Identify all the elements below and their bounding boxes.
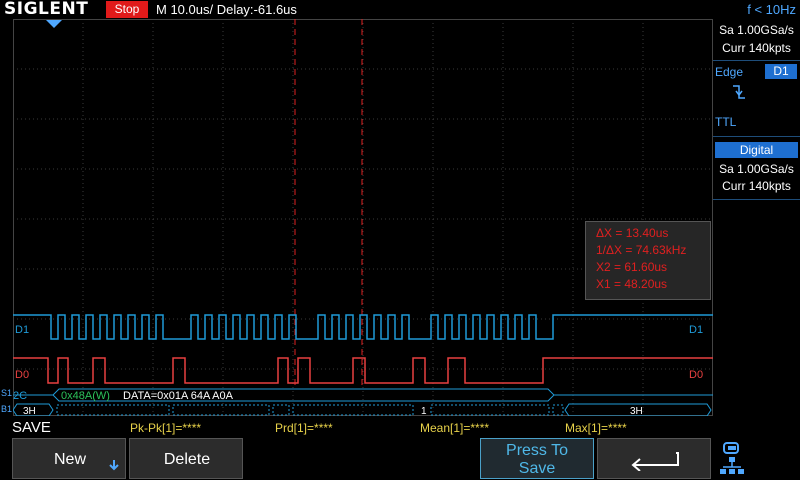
bus-side-label-b1: B1 (1, 404, 13, 414)
return-arrow-icon (631, 452, 679, 471)
measure-max: Max[1]=**** (565, 421, 627, 435)
graticule (13, 19, 713, 416)
trigger-source-badge[interactable]: D1 (765, 64, 797, 79)
bus-dense-region-5 (430, 404, 550, 416)
top-status-bar: SIGLENT Stop M 10.0us/ Delay:-61.6us f <… (0, 0, 800, 19)
trigger-frequency: f < 10Hz (747, 2, 796, 17)
bus-marker: 1 (421, 406, 427, 416)
bus-dense-region-3 (272, 404, 290, 416)
measure-period: Prd[1]=**** (275, 421, 333, 435)
i2c-bus-label: I2C (13, 390, 27, 402)
run-stop-status[interactable]: Stop (106, 1, 148, 18)
trigger-level: TTL (715, 115, 737, 129)
sample-rate: Sa 1.00GSa/s (719, 23, 794, 37)
waveform-display[interactable]: D1 D1 D0 D0 I2C 0x48A(W) DATA=0x01A 64A … (13, 19, 713, 416)
cursor-x2-value: X2 = 61.60us (596, 260, 668, 274)
cursor-inverse-delta-x: 1/ΔX = 74.63kHz (596, 243, 687, 257)
delete-button-label: Delete (163, 451, 211, 468)
press-to-save-line2: Save (518, 460, 556, 477)
measure-pkpk: Pk-Pk[1]=**** (130, 421, 202, 435)
new-button[interactable]: New (12, 438, 126, 479)
bus-dense-region-6 (552, 404, 564, 416)
bus-side-label-s1: S1 (1, 388, 13, 398)
bus-dense-region-4 (292, 404, 414, 416)
d1-label-right: D1 (689, 324, 703, 336)
falling-edge-icon (733, 85, 745, 99)
digital-memory-depth: Curr 140kpts (722, 179, 791, 193)
press-to-save-line1: Press To (506, 442, 568, 459)
i2c-address: 0x48A(W) (61, 390, 110, 402)
trigger-type[interactable]: Edge (715, 65, 743, 79)
cursor-delta-x: ΔX = 13.40us (596, 226, 669, 240)
return-button[interactable] (597, 438, 711, 479)
measurement-row: SAVE Pk-Pk[1]=**** Prd[1]=**** Mean[1]=*… (0, 419, 800, 436)
i2c-data: DATA=0x01A 64A A0A (123, 390, 234, 402)
digital-sample-rate: Sa 1.00GSa/s (719, 162, 794, 176)
delete-button[interactable]: Delete (129, 438, 243, 479)
menu-title: SAVE (12, 419, 51, 436)
digital-section-header[interactable]: Digital (715, 142, 798, 158)
memory-depth: Curr 140kpts (722, 41, 791, 55)
bus-left-value: 3H (23, 406, 36, 416)
bus-right-value: 3H (630, 406, 643, 416)
d0-label-right: D0 (689, 369, 703, 381)
bus-dense-region-1 (56, 404, 170, 416)
bus-dense-region-2 (172, 404, 270, 416)
press-to-save-button[interactable]: Press To Save (480, 438, 594, 479)
timebase-readout[interactable]: M 10.0us/ Delay:-61.6us (156, 1, 297, 18)
network-icon (720, 442, 744, 474)
trigger-position-marker (46, 20, 62, 28)
arrow-down-icon (109, 460, 119, 471)
d0-label-left: D0 (15, 369, 29, 381)
measure-mean: Mean[1]=**** (420, 421, 490, 435)
right-info-panel: Sa 1.00GSa/s Curr 140kpts Edge D1 TTL Di… (713, 19, 800, 416)
softkey-bar: New Delete Press To Save (0, 437, 800, 480)
cursor-readout-box: ΔX = 13.40us 1/ΔX = 74.63kHz X2 = 61.60u… (585, 221, 711, 300)
d1-label-left: D1 (15, 324, 29, 336)
cursor-x1-value: X1 = 48.20us (596, 277, 668, 291)
brand-logo: SIGLENT (4, 0, 89, 19)
